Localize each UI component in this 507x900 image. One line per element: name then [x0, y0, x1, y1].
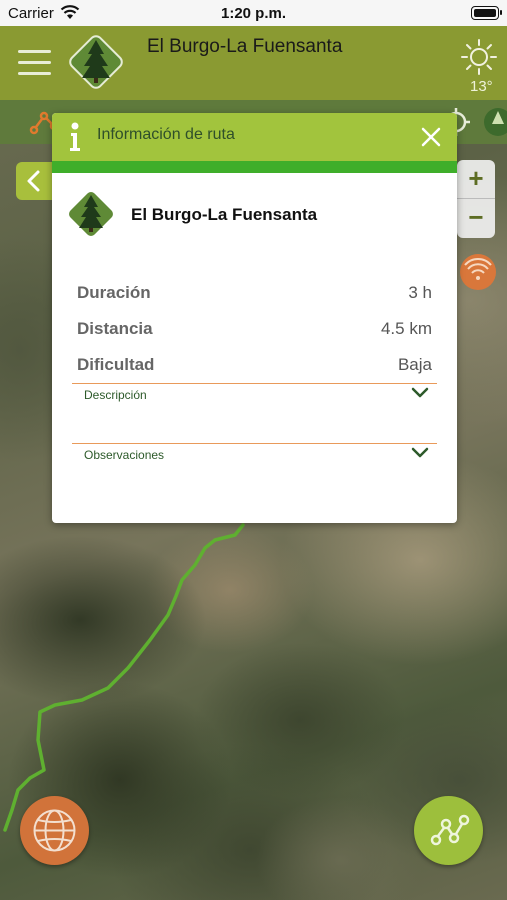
modal-title: Información de ruta	[97, 126, 235, 143]
observations-section[interactable]: Observaciones	[72, 443, 437, 483]
description-section[interactable]: Descripción	[72, 383, 437, 423]
route-info-modal: Información de ruta El Burgo-La Fuensant…	[52, 113, 457, 523]
signal-button[interactable]	[460, 254, 496, 290]
stat-label: Distancia	[77, 319, 153, 338]
chevron-left-icon	[27, 170, 40, 192]
app-header: El Burgo-La Fuensanta 13°	[0, 26, 507, 100]
hamburger-menu-icon[interactable]	[18, 50, 51, 76]
routes-button[interactable]	[414, 796, 483, 865]
tree-logo-icon	[69, 35, 123, 89]
temperature-label: 13°	[470, 78, 493, 95]
stat-value: 3 h	[408, 283, 432, 302]
stat-duration: Duración 3 h	[77, 283, 432, 309]
stat-label: Duración	[77, 283, 151, 302]
zoom-out-button[interactable]: −	[457, 199, 495, 237]
modal-accent-bar	[52, 161, 457, 173]
status-bar: Carrier 1:20 p.m.	[0, 0, 507, 26]
stat-distance: Distancia 4.5 km	[77, 319, 432, 345]
back-button[interactable]	[16, 162, 52, 200]
wifi-signal-icon	[464, 258, 492, 280]
close-icon[interactable]	[419, 125, 443, 149]
chevron-down-icon[interactable]	[411, 447, 429, 459]
route-name: El Burgo-La Fuensanta	[131, 205, 318, 224]
info-icon	[70, 122, 80, 151]
sun-icon[interactable]	[460, 38, 498, 76]
section-label: Observaciones	[84, 448, 165, 462]
zoom-controls: + −	[457, 160, 495, 238]
stat-difficulty: Dificultad Baja	[77, 355, 432, 381]
section-label: Descripción	[84, 388, 147, 402]
battery-icon	[471, 6, 502, 20]
stat-value: Baja	[397, 355, 432, 374]
clock: 1:20 p.m.	[220, 5, 287, 22]
stat-label: Dificultad	[77, 355, 155, 374]
tree-tab-icon[interactable]	[478, 106, 507, 138]
globe-icon	[33, 809, 76, 852]
stat-value: 4.5 km	[380, 319, 432, 338]
chevron-down-icon[interactable]	[411, 387, 429, 399]
route-network-icon	[430, 814, 470, 846]
modal-header: Información de ruta	[52, 113, 457, 161]
map-layers-button[interactable]	[20, 796, 89, 865]
page-title: El Burgo-La Fuensanta	[147, 36, 343, 57]
tree-logo-icon	[69, 192, 113, 236]
zoom-in-button[interactable]: +	[457, 160, 495, 198]
